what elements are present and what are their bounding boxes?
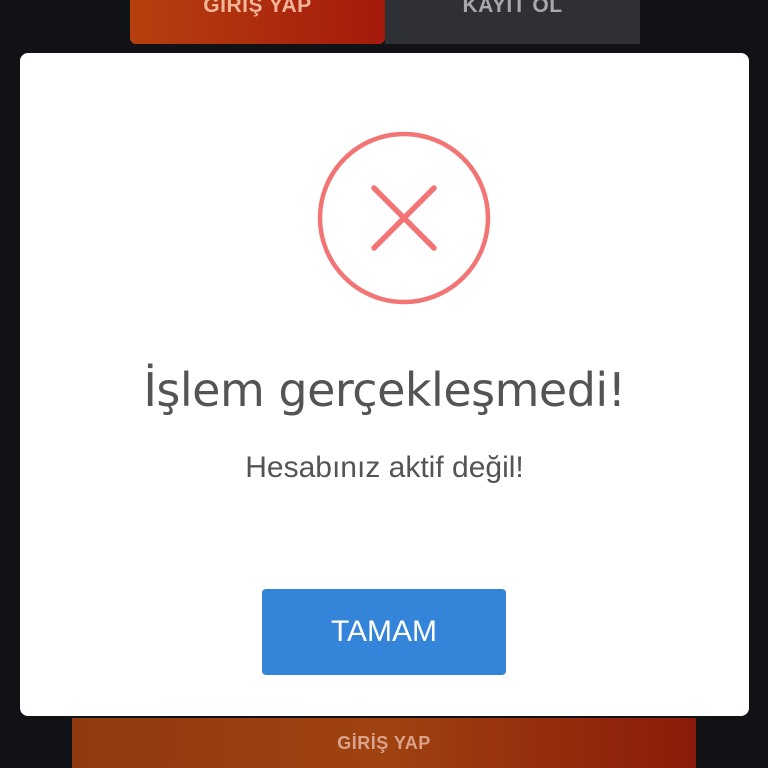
error-x-icon [317,131,491,305]
tab-register-label: KAYIT OL [462,0,563,17]
auth-tab-bar: GİRİŞ YAP KAYIT OL [130,0,640,44]
confirm-button[interactable]: TAMAM [262,589,506,675]
tab-login[interactable]: GİRİŞ YAP [130,0,385,44]
screen: GİRİŞ YAP KAYIT OL GİRİŞ YAP İşlem gerçe… [0,0,768,768]
tab-login-label: GİRİŞ YAP [203,0,312,17]
login-submit-label: GİRİŞ YAP [337,732,431,753]
tab-register[interactable]: KAYIT OL [385,0,640,44]
error-dialog: İşlem gerçekleşmedi! Hesabınız aktif değ… [20,53,749,716]
dialog-title: İşlem gerçekleşmedi! [143,363,626,417]
dialog-message: Hesabınız aktif değil! [245,451,524,484]
login-submit-button[interactable]: GİRİŞ YAP [72,718,696,768]
